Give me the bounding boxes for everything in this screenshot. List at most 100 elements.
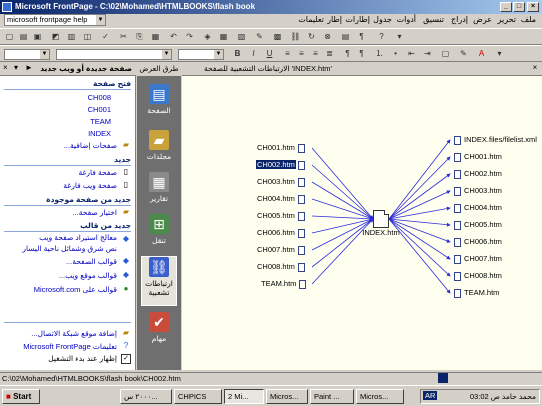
menu-frames[interactable]: إطارات [345, 15, 370, 24]
start-button[interactable]: ■ Start [2, 389, 40, 404]
italic-icon[interactable]: I [248, 49, 259, 59]
left-node-ch001[interactable]: CH001.htm [256, 143, 305, 153]
style-combo[interactable]: ▼ [4, 49, 50, 60]
right-node-ch004[interactable]: CH004.htm [454, 203, 503, 213]
folder-list-icon[interactable]: ▤ [340, 32, 351, 42]
choose-page-link[interactable]: اختيار صفحة... [72, 208, 117, 217]
align-left-icon[interactable]: ≡ [282, 49, 293, 59]
taskbar-button-micros-1[interactable]: Micros... [266, 389, 308, 404]
web-templates-link[interactable]: قوالب موقع ويب... [59, 271, 117, 280]
maximize-button[interactable]: □ [513, 2, 525, 12]
forward-icon[interactable]: ► [25, 63, 33, 72]
cut-icon[interactable]: ✂ [118, 32, 129, 42]
import-wizard-link[interactable]: معالج استيراد صفحة ويب [39, 233, 117, 242]
left-node-ch005[interactable]: CH005.htm [256, 211, 305, 221]
frontpage-help-link[interactable]: تعليمات Microsoft FrontPage [23, 342, 117, 351]
web-component-icon[interactable]: ◈ [202, 32, 213, 42]
print-icon[interactable]: ▥ [66, 32, 77, 42]
insert-table-icon[interactable]: ▦ [218, 32, 229, 42]
help-icon[interactable]: ? [376, 32, 387, 42]
left-node-ch004[interactable]: CH004.htm [256, 194, 305, 204]
toolbar-options-icon[interactable]: ▾ [494, 49, 505, 59]
show-all-icon[interactable]: ¶ [356, 32, 367, 42]
decrease-indent-icon[interactable]: ⇤ [406, 49, 417, 59]
taskbar-button-chpics[interactable]: CHPICS [174, 389, 222, 404]
toolbar-options-icon[interactable]: ▾ [394, 32, 405, 42]
left-node-ch008[interactable]: CH008.htm [256, 262, 305, 272]
view-navigation[interactable]: ⊞ تنقل [141, 214, 177, 260]
templates-online-link[interactable]: قوالب على Microsoft.com [34, 285, 117, 294]
right-node-ch001[interactable]: CH001.htm [454, 152, 503, 162]
left-node-team[interactable]: TEAM.htm [260, 279, 307, 289]
right-node-ch008[interactable]: CH008.htm [454, 271, 503, 281]
frontpage-app-icon[interactable] [2, 2, 12, 12]
menu-edit[interactable]: تحرير [498, 15, 516, 24]
stop-icon[interactable]: ⊗ [322, 32, 333, 42]
menu-table[interactable]: جدول [373, 15, 392, 24]
left-node-ch007[interactable]: CH007.htm [256, 245, 305, 255]
right-node-filelist[interactable]: INDEX.files/filelist.xml [454, 135, 538, 145]
close-button[interactable]: × [527, 2, 539, 12]
border-icon[interactable]: ▢ [440, 49, 451, 59]
view-reports[interactable]: ▦ تقارير [141, 172, 177, 218]
help-search-input[interactable]: microsoft frontpage help ▼ [4, 14, 106, 26]
insert-hyperlink-icon[interactable]: ⛓ [290, 32, 301, 42]
menu-help[interactable]: تعليمات [298, 15, 324, 24]
draw-icon[interactable]: ✎ [254, 32, 265, 42]
save-icon[interactable]: ▣ [32, 32, 43, 42]
undo-icon[interactable]: ↶ [168, 32, 179, 42]
right-node-ch002[interactable]: CH002.htm [454, 169, 503, 179]
align-right-icon[interactable]: ≡ [310, 49, 321, 59]
menu-window[interactable]: إطار [327, 15, 342, 24]
underline-icon[interactable]: U [264, 49, 275, 59]
menu-file[interactable]: ملف [521, 15, 536, 24]
view-folders[interactable]: ▰ مجلدات [141, 130, 177, 176]
help-dropdown-icon[interactable]: ▼ [96, 15, 105, 25]
clock[interactable]: محمد حامد ص 03:02 [470, 392, 536, 401]
taskbar-button-micros-2[interactable]: Micros... [356, 389, 404, 404]
paste-icon[interactable]: ▦ [150, 32, 161, 42]
bullets-icon[interactable]: • [390, 49, 401, 59]
preview-icon[interactable]: ◫ [82, 32, 93, 42]
numbering-icon[interactable]: ⒈ [374, 49, 385, 59]
blank-page-link[interactable]: صفحة فارغة [78, 168, 117, 177]
font-size-combo[interactable]: ▼ [178, 49, 224, 60]
taskbar-button-1[interactable]: ٢٠٠٠ س... [120, 389, 172, 404]
font-combo[interactable]: ▼ [56, 49, 172, 60]
new-page-icon[interactable]: ▢ [4, 32, 15, 42]
page-templates-link[interactable]: قوالب الصفحة... [66, 257, 117, 266]
publish-icon[interactable]: ◩ [50, 32, 61, 42]
minimize-button[interactable]: _ [500, 2, 512, 12]
layers-icon[interactable]: ▧ [236, 32, 247, 42]
copy-icon[interactable]: ⎘ [134, 32, 145, 42]
open-icon[interactable]: ▤ [18, 32, 29, 42]
language-indicator[interactable]: AR [423, 391, 438, 400]
menu-tools[interactable]: أدوات [397, 15, 416, 24]
right-node-ch006[interactable]: CH006.htm [454, 237, 503, 247]
right-node-team[interactable]: TEAM.htm [454, 288, 500, 298]
rtl-icon[interactable]: ¶ [342, 49, 353, 59]
increase-indent-icon[interactable]: ⇥ [422, 49, 433, 59]
view-page[interactable]: ▤ الصفحة [141, 84, 177, 130]
more-pages-link[interactable]: صفحات إضافية... [64, 141, 117, 150]
menu-view[interactable]: عرض [473, 15, 492, 24]
bold-icon[interactable]: B [232, 49, 243, 59]
open-item-index[interactable]: INDEX [88, 129, 111, 138]
taskbar-button-frontpage[interactable]: 2 Mi... [224, 389, 264, 404]
left-node-ch002[interactable]: CH002.htm [256, 160, 305, 170]
left-node-ch006[interactable]: CH006.htm [256, 228, 305, 238]
taskbar-button-paint[interactable]: Paint ... [310, 389, 354, 404]
redo-icon[interactable]: ↷ [184, 32, 195, 42]
right-node-ch007[interactable]: CH007.htm [454, 254, 503, 264]
close-icon[interactable]: × [3, 63, 8, 72]
font-color-icon[interactable]: A [476, 49, 487, 59]
view-hyperlinks[interactable]: ⛓ ارتباطات تشعبية [141, 256, 177, 306]
open-item-ch001[interactable]: CH001 [88, 105, 111, 114]
open-item-ch008[interactable]: CH008 [88, 93, 111, 102]
ltr-icon[interactable]: ¶ [356, 49, 367, 59]
justify-icon[interactable]: ≣ [324, 49, 335, 59]
view-tasks[interactable]: ✔ مهام [141, 312, 177, 358]
align-center-icon[interactable]: ≡ [296, 49, 307, 59]
right-node-ch005[interactable]: CH005.htm [454, 220, 503, 230]
add-network-place-link[interactable]: إضافة موقع شبكة الاتصال... [31, 329, 117, 338]
